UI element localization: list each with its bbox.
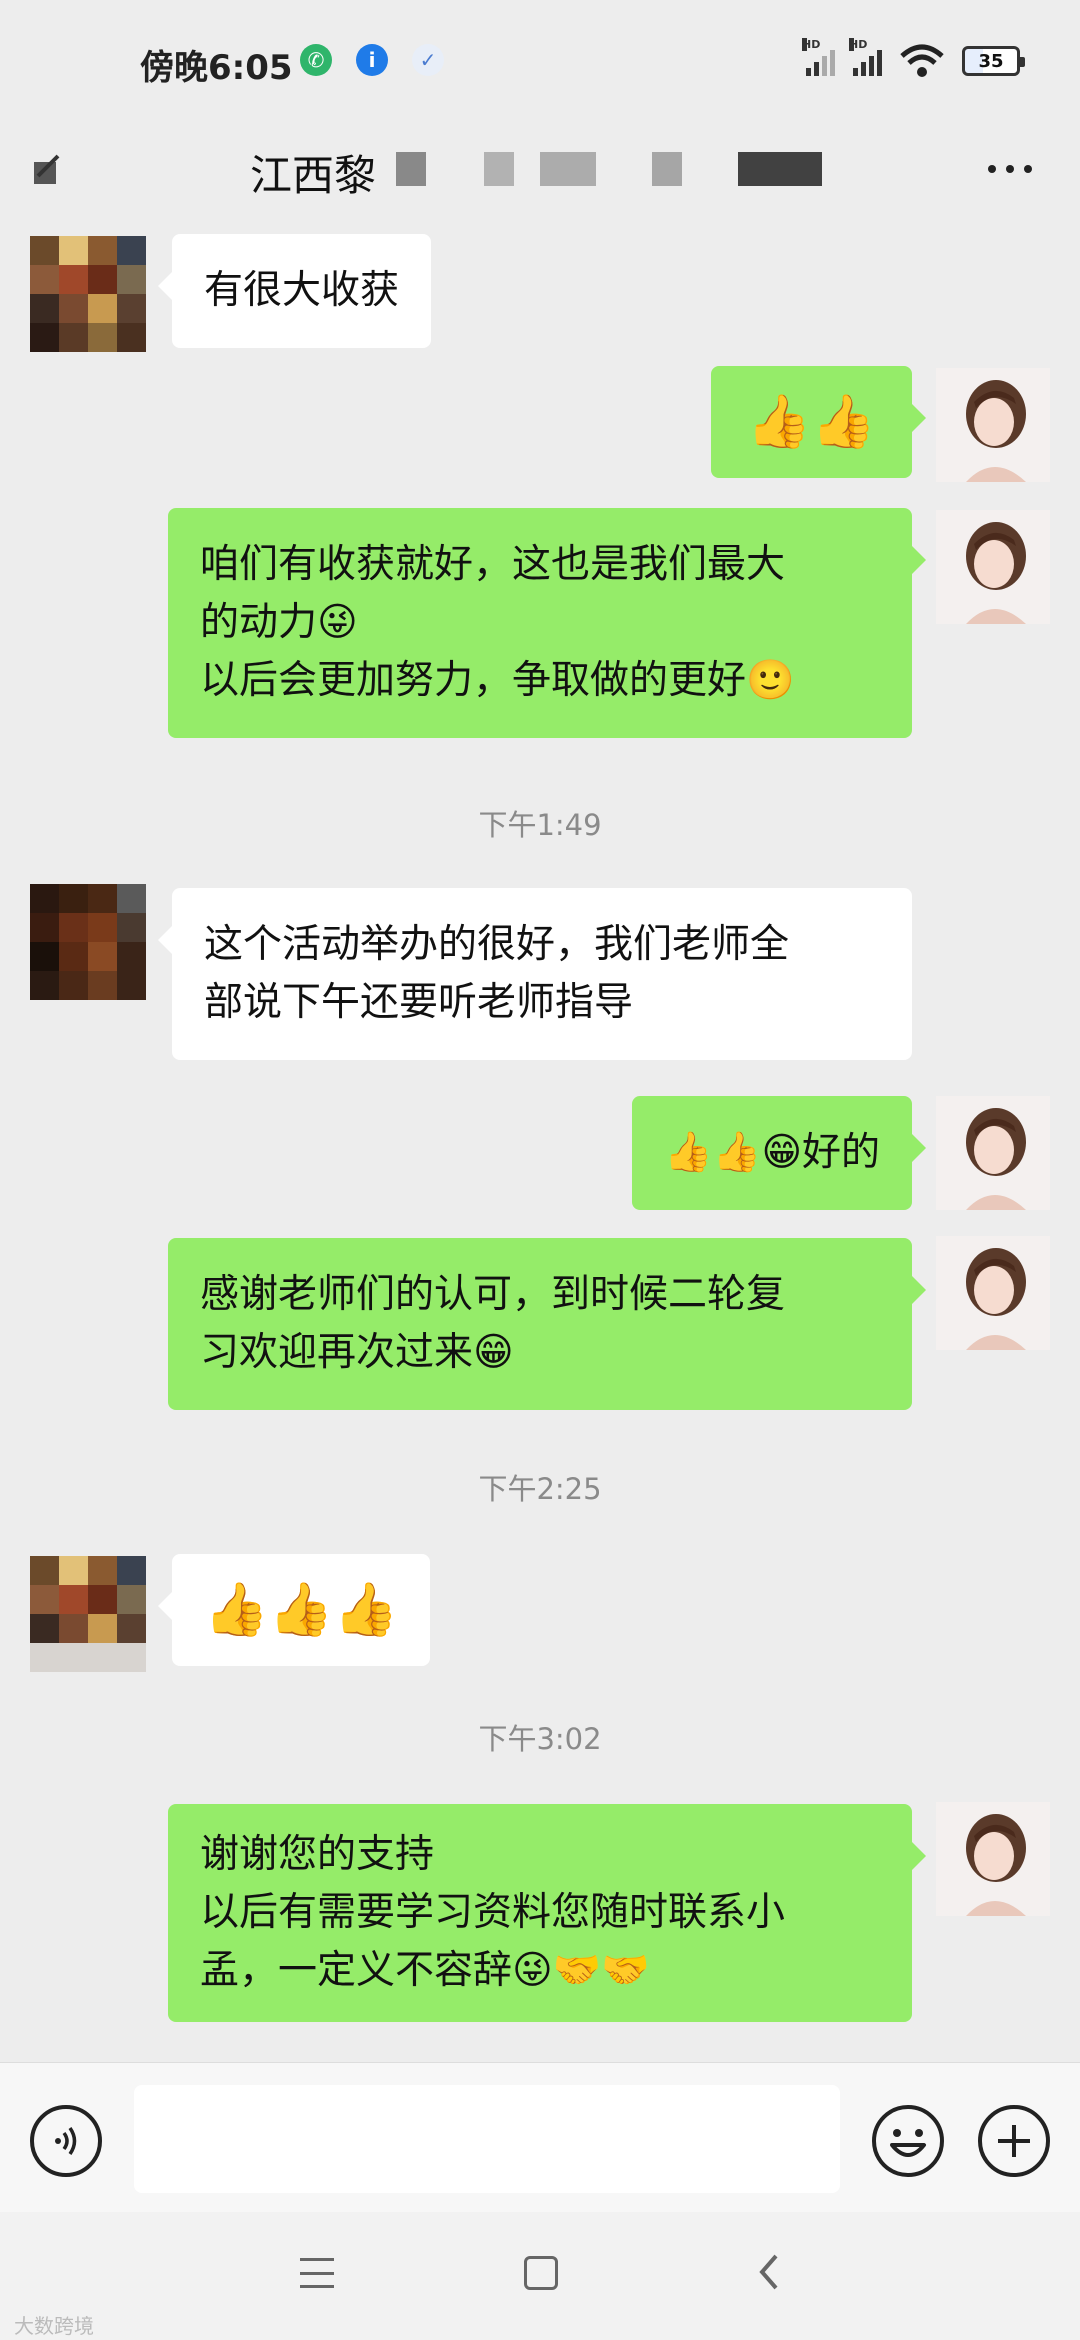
title-mosaic [396, 152, 426, 186]
user-portrait-icon [936, 1802, 1050, 1916]
status-right-icons: HD HD 35 [802, 38, 1025, 78]
emoji-icon[interactable] [872, 2105, 944, 2177]
user-portrait-icon [936, 510, 1050, 624]
user-portrait-icon [936, 368, 1050, 482]
chat-title: 江西黎 [250, 151, 377, 200]
avatar[interactable] [30, 236, 146, 352]
message-bubble-outgoing[interactable]: 感谢老师们的认可，到时候二轮复 习欢迎再次过来😁 [168, 1238, 926, 1410]
system-nav-bar [0, 2212, 1080, 2340]
user-portrait-icon [936, 1096, 1050, 1210]
status-bar: 傍晚6:05 ✆ i ✓ HD HD 35 [0, 0, 1080, 120]
back-icon[interactable] [28, 150, 64, 186]
title-mosaic [652, 152, 682, 186]
home-icon[interactable] [524, 2256, 558, 2290]
message-input[interactable] [134, 2085, 840, 2193]
message-bubble-outgoing[interactable]: 咱们有收获就好，这也是我们最大 的动力😜 以后会更加努力，争取做的更好🙂 [168, 508, 926, 738]
status-time: 傍晚6:05 [140, 48, 293, 88]
info-icon: i [356, 44, 388, 76]
avatar-self[interactable] [936, 1802, 1050, 1916]
timestamp: 下午3:02 [478, 1722, 602, 1756]
phone-app-icon: ✆ [300, 44, 332, 76]
message-bubble-outgoing[interactable]: 谢谢您的支持 以后有需要学习资料您随时联系小 孟，一定义不容辞😜🤝🤝 [168, 1804, 926, 2022]
message-bubble-incoming[interactable]: 👍👍👍 [157, 1554, 431, 1666]
message-bubble-incoming[interactable]: 有很大收获 [157, 234, 432, 348]
avatar[interactable] [30, 1556, 146, 1672]
avatar-self[interactable] [936, 368, 1050, 482]
battery-icon: 35 [962, 46, 1025, 76]
chat-header: 江西黎 [0, 120, 1080, 220]
title-mosaic [738, 152, 822, 186]
plus-icon[interactable] [978, 2105, 1050, 2177]
more-icon[interactable] [980, 154, 1040, 184]
message-bubble-outgoing[interactable]: 👍👍😁好的 [632, 1096, 926, 1210]
avatar-self[interactable] [936, 1096, 1050, 1210]
avatar-self[interactable] [936, 510, 1050, 624]
avatar-self[interactable] [936, 1236, 1050, 1350]
battery-level: 35 [978, 50, 1004, 72]
signal-icon: HD [802, 38, 835, 76]
timestamp: 下午2:25 [478, 1472, 602, 1506]
status-notification-icons: ✆ i ✓ [300, 44, 444, 76]
voice-icon[interactable] [30, 2105, 102, 2177]
menu-icon[interactable] [300, 2258, 334, 2288]
watermark: 大数跨境 [14, 2314, 94, 2338]
avatar[interactable] [30, 884, 146, 1000]
message-bubble-outgoing[interactable]: 👍👍 [710, 366, 926, 478]
nav-back-icon[interactable] [752, 2252, 788, 2292]
wifi-icon [900, 44, 944, 77]
title-mosaic [540, 152, 596, 186]
title-mosaic [484, 152, 514, 186]
user-portrait-icon [936, 1236, 1050, 1350]
timestamp: 下午1:49 [478, 808, 602, 842]
signal-icon-2: HD [849, 38, 882, 76]
message-bubble-incoming[interactable]: 这个活动举办的很好，我们老师全 部说下午还要听老师指导 [158, 888, 912, 1060]
check-icon: ✓ [412, 44, 444, 76]
input-bar [0, 2062, 1080, 2212]
